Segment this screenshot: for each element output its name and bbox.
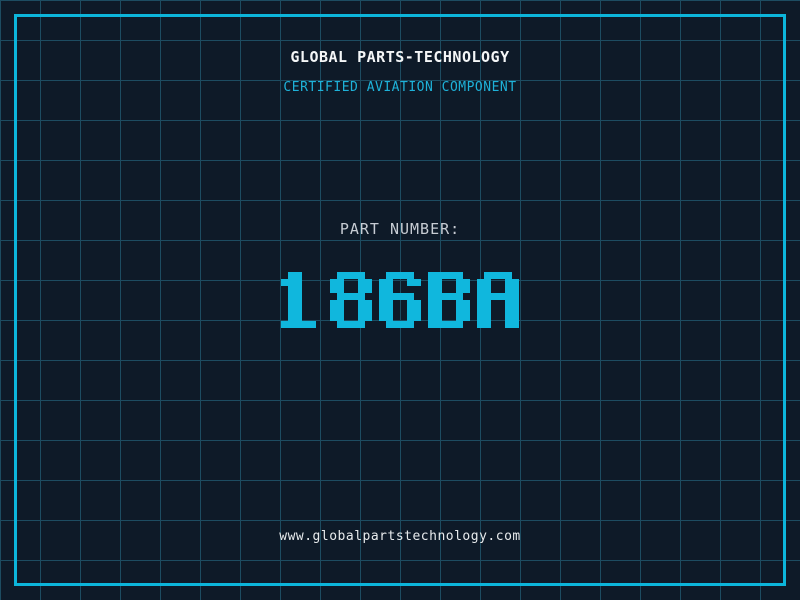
certificate-page: GLOBAL PARTS-TECHNOLOGY CERTIFIED AVIATI… (0, 0, 800, 600)
certification-subtitle: CERTIFIED AVIATION COMPONENT (283, 80, 517, 95)
part-number-label: PART NUMBER: (339, 220, 461, 238)
company-title: GLOBAL PARTS-TECHNOLOGY (290, 48, 510, 66)
part-number-display (0, 272, 800, 328)
website-url: www.globalpartstechnology.com (279, 529, 521, 544)
